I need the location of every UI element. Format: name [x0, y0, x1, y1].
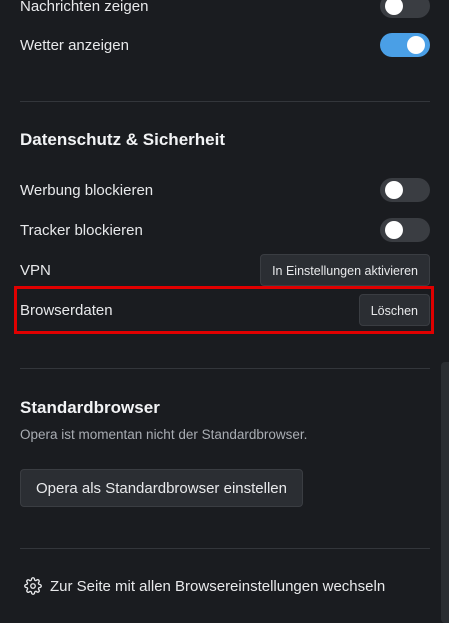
trackers-toggle[interactable] [380, 218, 430, 242]
trackers-row: Tracker blockieren [20, 218, 430, 242]
vpn-enable-button[interactable]: In Einstellungen aktivieren [260, 254, 430, 286]
vpn-row: VPN In Einstellungen aktivieren [20, 253, 430, 287]
weather-toggle[interactable] [380, 33, 430, 57]
browserdata-label: Browserdaten [20, 301, 113, 319]
scrollbar[interactable] [441, 362, 449, 623]
ads-label: Werbung blockieren [20, 181, 154, 199]
privacy-section-title: Datenschutz & Sicherheit [20, 130, 225, 149]
section-divider [20, 548, 430, 549]
all-settings-link[interactable]: Zur Seite mit allen Browsereinstellungen… [24, 577, 385, 595]
all-settings-link-label: Zur Seite mit allen Browsereinstellungen… [50, 577, 386, 595]
clear-browserdata-button[interactable]: Löschen [358, 294, 430, 326]
toggle-knob [385, 221, 403, 239]
gear-icon [24, 577, 42, 595]
vpn-label: VPN [20, 261, 51, 279]
toggle-knob [385, 0, 403, 15]
ads-row: Werbung blockieren [20, 178, 430, 202]
weather-label: Wetter anzeigen [20, 36, 129, 54]
ads-toggle[interactable] [380, 178, 430, 202]
set-default-browser-button[interactable]: Opera als Standardbrowser einstellen [20, 469, 303, 507]
weather-row: Wetter anzeigen [20, 33, 430, 57]
news-toggle[interactable] [380, 0, 430, 18]
news-label: Nachrichten zeigen [20, 0, 149, 15]
news-row: Nachrichten zeigen [20, 0, 430, 18]
trackers-label: Tracker blockieren [20, 221, 143, 239]
browserdata-row: Browserdaten Löschen [20, 293, 430, 327]
default-browser-status: Opera ist momentan nicht der Standardbro… [20, 427, 308, 442]
section-divider [20, 368, 430, 369]
section-divider [20, 101, 430, 102]
default-browser-section-title: Standardbrowser [20, 398, 160, 417]
toggle-knob [385, 181, 403, 199]
toggle-knob [407, 36, 425, 54]
settings-panel: Nachrichten zeigen Wetter anzeigen Daten… [0, 0, 449, 623]
